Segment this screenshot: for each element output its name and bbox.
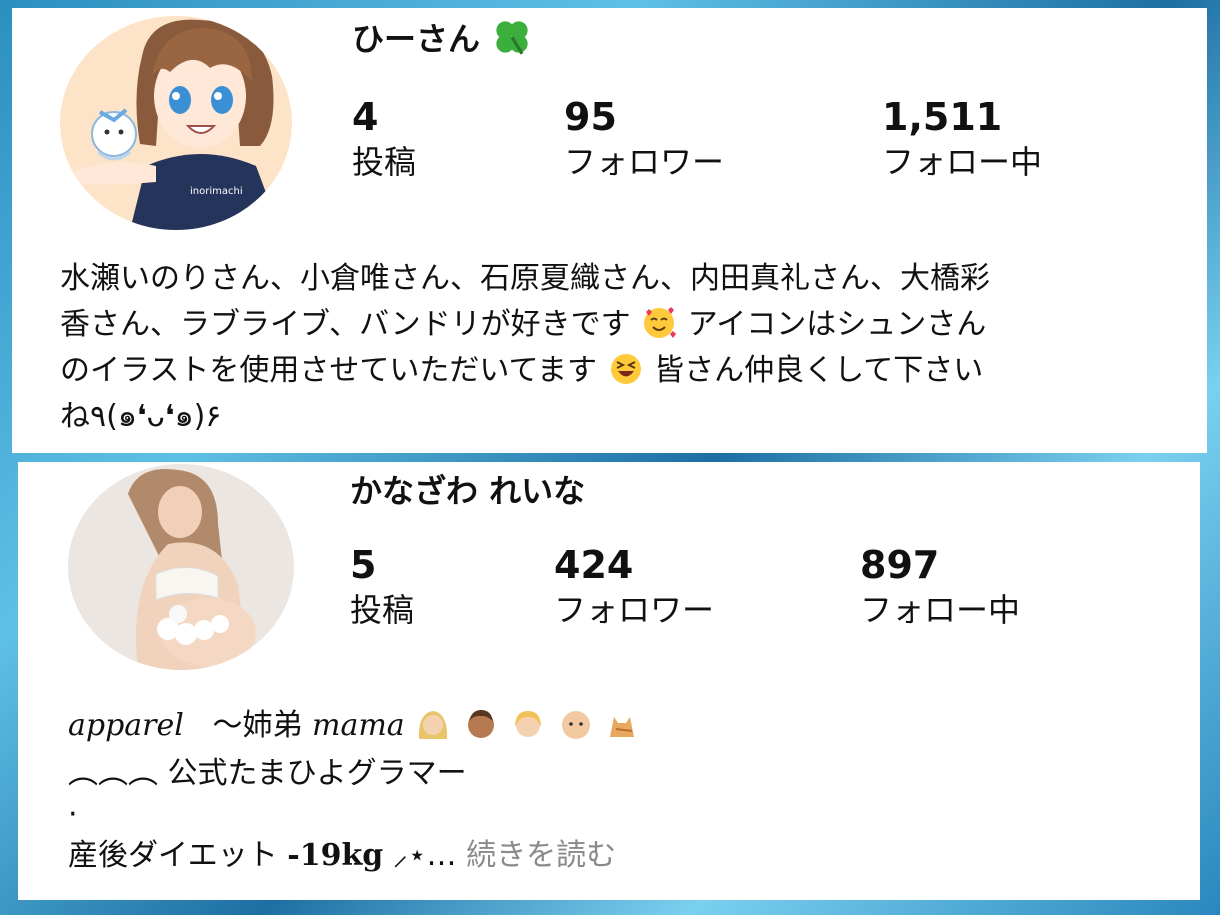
profile-bio: 水瀬いのりさん、小倉唯さん、石原夏織さん、内田真礼さん、大橋彩 香さん、ラブライ… (60, 256, 990, 440)
profile-card-2: かなざわ れいな 5 投稿 424 フォロワー 897 フォロー中 appare… (18, 462, 1200, 900)
stat-value: 424 (554, 543, 634, 587)
stat-label: フォロワー (554, 591, 715, 629)
stat-posts[interactable]: 5 投稿 (350, 542, 414, 632)
username-text: ひーさん (352, 20, 481, 58)
bio-line: 産後ダイエット -19kg ⸝⋆… 続きを読む (68, 838, 617, 873)
profile-avatar[interactable] (68, 464, 294, 670)
username-text: かなざわ れいな (350, 472, 586, 510)
smiling-face-with-hearts-icon (644, 307, 677, 338)
girl-blond-icon (515, 711, 542, 737)
bio-line: 香さん、ラブライブ、バンドリが好きです アイコンはシュンさん (60, 307, 987, 342)
stat-label: フォロワー (564, 143, 725, 181)
bio-line: · (68, 797, 78, 832)
read-more-link[interactable]: 続きを読む (466, 838, 616, 873)
bio-line: 水瀬いのりさん、小倉唯さん、石原夏織さん、内田真礼さん、大橋彩 (60, 261, 990, 296)
profile-bio: apparel 〜姉弟 mama ︵︵︵ 公式たまひよグラマー · 産後ダイエッ… (68, 702, 642, 880)
stat-posts[interactable]: 4 投稿 (352, 94, 416, 184)
stat-followers[interactable]: 95 フォロワー (564, 94, 724, 184)
cat-icon (610, 717, 635, 737)
stat-following[interactable]: 1,511 フォロー中 (882, 94, 1042, 184)
grinning-squinting-face-icon (610, 354, 641, 384)
baby-icon (561, 711, 590, 739)
profile-card-1: inorimachi ひーさん 4 投稿 95 フォロワー 1,511 フォロー… (12, 8, 1207, 453)
profile-avatar[interactable]: inorimachi (60, 16, 292, 230)
stat-label: 投稿 (352, 143, 417, 181)
four-leaf-clover-icon (496, 21, 528, 55)
maternity-photo (68, 464, 294, 670)
stat-value: 1,511 (882, 95, 1003, 139)
bio-line: ね٩(๑❛ᴗ❛๑)۶ (60, 399, 222, 434)
stat-label: 投稿 (350, 591, 415, 629)
stat-label: フォロー中 (882, 143, 1043, 181)
stat-following[interactable]: 897 フォロー中 (860, 542, 1020, 632)
stat-value: 4 (352, 95, 379, 139)
profile-username: ひーさん (352, 14, 533, 60)
profile-username: かなざわ れいな (350, 466, 585, 512)
man-medium-skin-icon (467, 710, 494, 738)
stat-label: フォロー中 (860, 591, 1021, 629)
bio-line: apparel 〜姉弟 mama (68, 702, 642, 750)
hoodie-text: inorimachi (190, 186, 243, 197)
bio-line: のイラストを使用させていただいてます 皆さん仲良くして下さい (60, 353, 984, 388)
stat-value: 5 (350, 543, 377, 587)
stat-followers[interactable]: 424 フォロワー (554, 542, 714, 632)
stat-value: 95 (564, 95, 617, 139)
woman-blond-icon (419, 711, 448, 739)
bio-line: ︵︵︵ 公式たまひよグラマー (68, 756, 467, 791)
anime-girl-illustration: inorimachi (60, 16, 292, 230)
stat-value: 897 (860, 543, 940, 587)
